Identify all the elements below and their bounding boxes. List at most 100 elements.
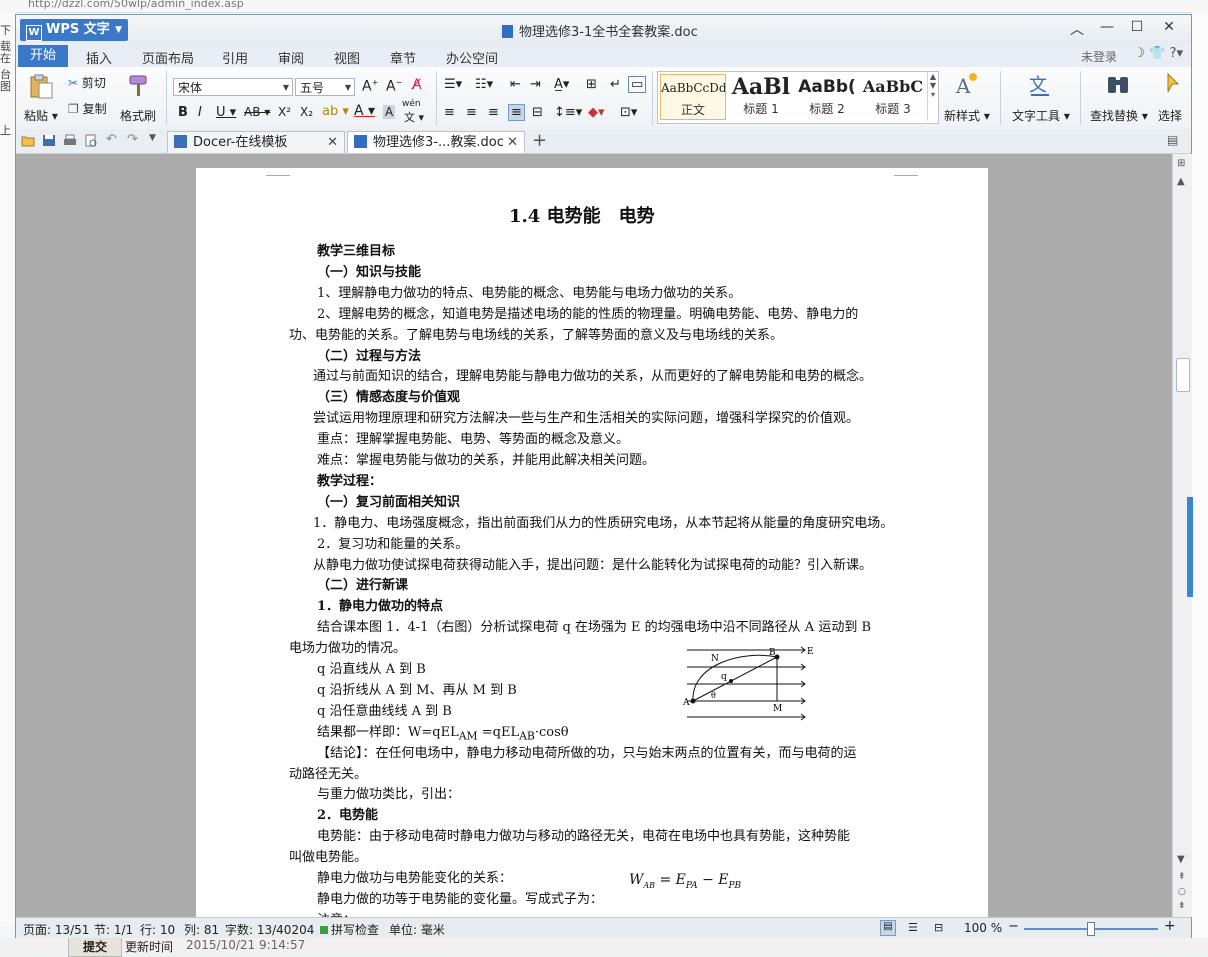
style-heading-2[interactable]: AaBb(标题 2	[794, 74, 860, 120]
grow-font-icon[interactable]: A+	[362, 78, 378, 95]
style-heading-1[interactable]: AaBl 标题 1	[728, 74, 794, 120]
cut-button[interactable]: ✂ 剪切	[68, 74, 106, 91]
new-tab-icon[interactable]: +	[532, 130, 547, 151]
clear-format-icon[interactable]: A̸	[412, 77, 422, 93]
print-preview-icon[interactable]	[84, 134, 98, 147]
find-replace-button[interactable]: 查找替换 ▾	[1090, 107, 1148, 124]
text-tools-button[interactable]: 文字工具 ▾	[1012, 107, 1070, 124]
tab-review[interactable]: 审阅	[278, 48, 304, 67]
chinese-layout-icon[interactable]: A̲▾	[554, 77, 569, 92]
tab-current-document[interactable]: 物理选修3-...教案.doc ✕	[347, 131, 525, 153]
strikethrough-icon[interactable]: AB ▾	[244, 105, 270, 119]
new-style-button[interactable]: 新样式 ▾	[944, 107, 990, 124]
format-painter-button[interactable]: 格式刷	[120, 107, 156, 124]
tab-home[interactable]: 开始	[18, 45, 69, 67]
style-heading-3[interactable]: AaBbC 标题 3	[860, 74, 926, 120]
page-view-icon[interactable]: ▤	[880, 920, 896, 936]
pinyin-guide-icon[interactable]: wén	[402, 99, 421, 109]
customize-toolbar-icon[interactable]: ▼	[149, 133, 156, 143]
submit-button[interactable]: 提交	[68, 937, 122, 957]
increase-indent-icon[interactable]: ⇥	[530, 77, 541, 92]
scrollbar-thumb[interactable]	[1176, 358, 1190, 392]
table-border-icon[interactable]: ⊞	[586, 77, 597, 92]
decrease-indent-icon[interactable]: ⇤	[510, 77, 521, 92]
highlight-icon[interactable]: ab ▾	[322, 104, 349, 119]
scroll-down-icon[interactable]: ▼	[1177, 854, 1185, 865]
style-normal[interactable]: AaBbCcDd 正文	[660, 74, 726, 120]
close-tab-icon[interactable]: ✕	[507, 132, 518, 154]
align-left-icon[interactable]: ≡	[444, 105, 455, 120]
italic-icon[interactable]: I	[198, 105, 202, 120]
prev-page-icon[interactable]: ⇞	[1178, 872, 1186, 882]
tab-chapter[interactable]: 章节	[390, 48, 416, 67]
scroll-top-icon[interactable]: ⊞	[1177, 158, 1185, 169]
zoom-in-icon[interactable]: +	[1164, 918, 1176, 934]
char-shading-icon[interactable]: A	[383, 105, 396, 119]
open-icon[interactable]	[21, 134, 35, 147]
font-name-select[interactable]: 宋体 ▼	[173, 78, 293, 96]
select-icon[interactable]	[1166, 71, 1180, 97]
status-words[interactable]: 字数: 13/40204	[225, 921, 314, 938]
distribute-icon[interactable]: ⊟	[532, 105, 543, 120]
align-right-icon[interactable]: ≡	[488, 105, 499, 120]
bullet-list-icon[interactable]: ☰▾	[444, 77, 462, 92]
paragraph-mark-icon[interactable]: ↵	[610, 77, 621, 92]
border-icon[interactable]: ⊡▾	[620, 105, 637, 120]
line-spacing-icon[interactable]: ↕≡▾	[554, 105, 582, 120]
close-tab-icon[interactable]: ✕	[327, 132, 338, 154]
justify-icon[interactable]: ≡	[508, 104, 525, 121]
style-gallery-scroll[interactable]: ▲ ▼ ▾	[927, 72, 938, 121]
subscript-icon[interactable]: X₂	[300, 105, 313, 119]
status-page[interactable]: 页面: 13/51	[23, 921, 89, 938]
zoom-slider-thumb[interactable]	[1087, 922, 1095, 936]
minimize-button[interactable]: —	[1093, 19, 1121, 35]
paste-icon[interactable]	[28, 73, 54, 99]
underline-icon[interactable]: U ▾	[216, 105, 236, 120]
tab-page-layout[interactable]: 页面布局	[142, 48, 194, 67]
bold-icon[interactable]: B	[178, 105, 188, 120]
scroll-up-icon[interactable]: ▲	[1177, 176, 1185, 187]
copy-button[interactable]: ❐ 复制	[68, 100, 107, 117]
zoom-out-icon[interactable]: −	[1008, 919, 1019, 934]
new-style-icon[interactable]: A	[953, 71, 979, 97]
text-box-icon[interactable]: ▭	[628, 76, 647, 93]
select-button[interactable]: 选择	[1158, 107, 1182, 124]
collapse-ribbon-button[interactable]: ︿	[1063, 19, 1091, 39]
tab-docer-templates[interactable]: Docer-在线模板 ✕	[167, 131, 345, 153]
print-icon[interactable]	[63, 134, 77, 147]
tab-references[interactable]: 引用	[222, 48, 248, 67]
outline-view-icon[interactable]: ☰	[908, 921, 918, 934]
tab-insert[interactable]: 插入	[86, 48, 112, 67]
numbered-list-icon[interactable]: ☷▾	[475, 77, 493, 92]
shirt-icon[interactable]: 👕	[1149, 46, 1165, 61]
side-panel-handle[interactable]	[1187, 497, 1193, 597]
redo-icon[interactable]: ↷	[127, 132, 138, 147]
paste-button[interactable]: 粘贴 ▾	[24, 107, 58, 124]
tab-office-space[interactable]: 办公空间	[446, 48, 498, 67]
shrink-font-icon[interactable]: A−	[386, 78, 402, 95]
save-icon[interactable]	[42, 134, 56, 147]
align-center-icon[interactable]: ≡	[466, 105, 477, 120]
undo-icon[interactable]: ↶	[106, 132, 117, 147]
font-color-icon[interactable]: A ▾	[354, 103, 375, 119]
maximize-button[interactable]: ☐	[1123, 19, 1151, 35]
text-tools-icon[interactable]: 文	[1027, 71, 1053, 97]
close-button[interactable]: ✕	[1155, 19, 1183, 35]
tab-list-icon[interactable]: ▤	[1167, 133, 1178, 147]
wps-app-menu-button[interactable]: W WPS 文字 ▼	[20, 19, 128, 41]
web-view-icon[interactable]: ⊟	[934, 921, 943, 934]
skin-icon[interactable]: ☽	[1133, 46, 1145, 61]
help-dropdown-icon[interactable]: ▾	[1176, 46, 1183, 61]
next-page-icon[interactable]: ⇟	[1178, 901, 1186, 911]
browse-object-icon[interactable]: ○	[1178, 887, 1186, 897]
binoculars-icon[interactable]	[1105, 71, 1131, 97]
zoom-level[interactable]: 100 %	[964, 921, 1002, 935]
spell-check[interactable]: 拼写检查	[320, 921, 379, 938]
shading-icon[interactable]: ◆▾	[588, 105, 605, 120]
login-status[interactable]: 未登录	[1081, 48, 1117, 65]
document-page[interactable]: 1.4 电势能 电势 教学三维目标 （一）知识与技能 1、理解静电力做功的特点、电势…	[196, 168, 988, 917]
font-size-select[interactable]: 五号 ▼	[295, 78, 355, 96]
format-painter-icon[interactable]	[126, 73, 152, 99]
superscript-icon[interactable]: X²	[278, 105, 291, 119]
tab-view[interactable]: 视图	[334, 48, 360, 67]
